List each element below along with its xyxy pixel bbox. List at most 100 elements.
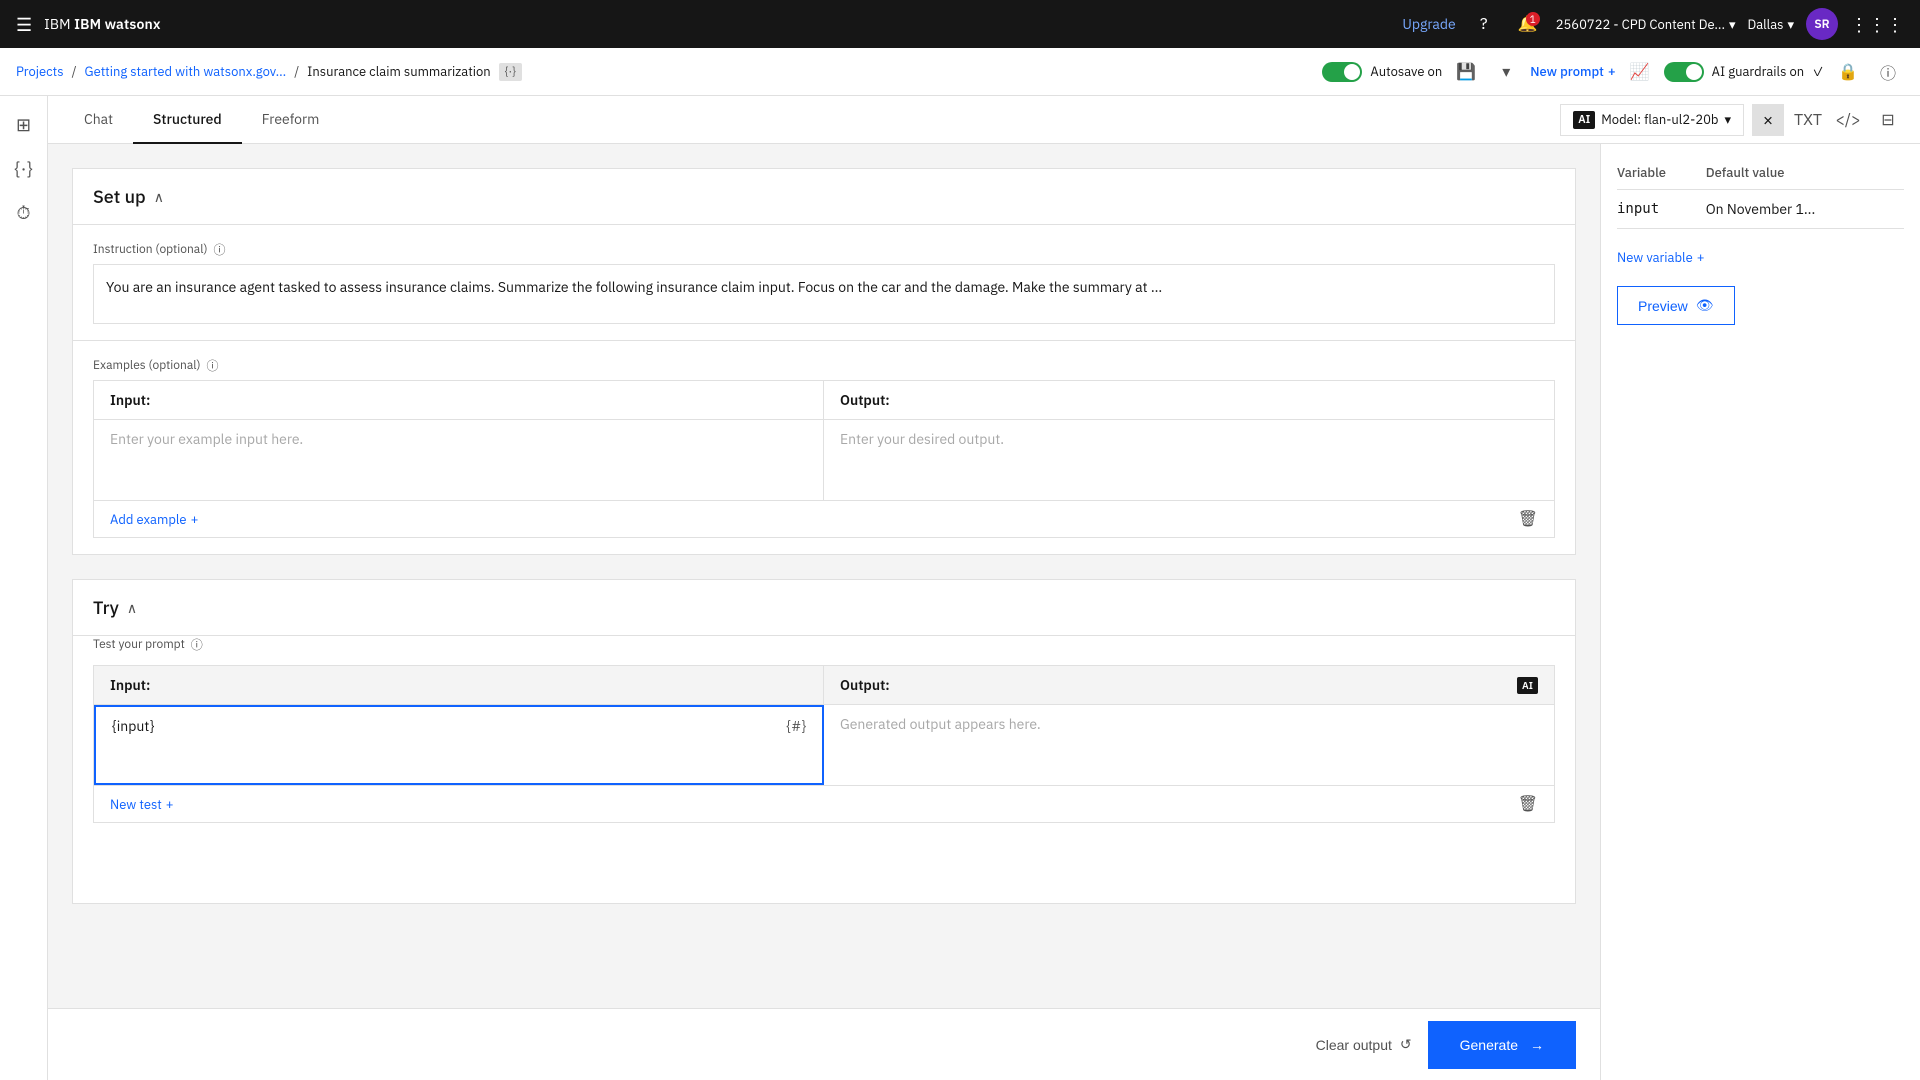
tab-right-controls: AI Model: flan-ul2-20b ▾ × TXT </> ⊟	[1560, 104, 1904, 136]
right-panel: Prompt variables ⓘ Variable Default valu…	[1600, 96, 1920, 1080]
app-switcher-icon[interactable]: ⋮⋮⋮	[1850, 13, 1904, 36]
breadcrumb-projects[interactable]: Projects	[16, 63, 64, 80]
clear-output-label: Clear output	[1316, 1037, 1392, 1053]
new-variable-button[interactable]: New variable +	[1617, 249, 1904, 266]
tab-bar: Chat Structured Freeform AI Model: flan-…	[48, 96, 1920, 144]
brand-logo: IBM IBM watsonx	[44, 15, 160, 33]
input-header: Input:	[94, 381, 824, 419]
default-header: Default value	[1706, 156, 1904, 190]
model-selector[interactable]: AI Model: flan-ul2-20b ▾	[1560, 104, 1744, 136]
variable-name[interactable]: input	[1617, 190, 1706, 229]
var-header: Variable	[1617, 156, 1706, 190]
code-icon[interactable]: {·}	[499, 63, 522, 81]
bottom-bar: Clear output ↺ Generate →	[48, 1008, 1600, 1080]
model-chevron-icon: ▾	[1724, 111, 1731, 128]
try-table-header: Input: Output: AI	[94, 666, 1554, 705]
delete-example-icon[interactable]: 🗑	[1518, 509, 1538, 529]
example-input-cell[interactable]: Enter your example input here.	[94, 420, 824, 500]
help-icon[interactable]: ?	[1468, 8, 1500, 40]
test-prompt-info-icon[interactable]: ⓘ	[191, 636, 203, 653]
breadcrumb-current-page: Insurance claim summarization	[307, 63, 491, 80]
try-input-header: Input:	[94, 666, 824, 704]
model-ai-badge: AI	[1573, 111, 1595, 129]
generate-button[interactable]: Generate →	[1428, 1021, 1576, 1069]
try-title: Try	[93, 596, 119, 619]
breadcrumb-info-icon[interactable]: ⓘ	[1872, 56, 1904, 88]
txt-format-button[interactable]: TXT	[1792, 104, 1824, 136]
upgrade-link[interactable]: Upgrade	[1402, 15, 1455, 33]
try-footer: New test + 🗑	[94, 785, 1554, 822]
try-output-cell: Generated output appears here.	[824, 705, 1554, 785]
instruction-label: Instruction (optional)	[93, 242, 208, 257]
try-input-value: {input}	[112, 717, 154, 735]
sidebar-code-icon[interactable]: {·}	[4, 148, 44, 188]
variable-default-value[interactable]: On November 1...	[1706, 190, 1904, 229]
breadcrumb-bar: Projects / Getting started with watsonx.…	[0, 48, 1920, 96]
setup-section-header[interactable]: Set up ∧	[73, 169, 1575, 225]
try-section: Try ∧ Test your prompt ⓘ Input: Output: …	[72, 579, 1576, 904]
example-output-cell[interactable]: Enter your desired output.	[824, 420, 1554, 500]
variable-icon[interactable]: {#}	[786, 717, 806, 735]
lock-icon[interactable]: 🔒	[1832, 56, 1864, 88]
examples-footer: Add example + 🗑	[94, 500, 1554, 537]
try-chevron-icon: ∧	[127, 599, 137, 617]
new-prompt-button[interactable]: New prompt +	[1530, 63, 1615, 80]
add-example-button[interactable]: Add example +	[110, 511, 198, 528]
close-panel-button[interactable]: ×	[1752, 104, 1784, 136]
preview-button[interactable]: Preview 👁	[1617, 286, 1735, 325]
examples-table-body: Enter your example input here. Enter you…	[94, 420, 1554, 500]
setup-title: Set up	[93, 185, 146, 208]
output-header: Output:	[824, 381, 1554, 419]
setup-chevron-icon: ∧	[154, 188, 164, 206]
try-table-body: {input} {#} Generated output appears her…	[94, 705, 1554, 785]
instruction-text[interactable]: You are an insurance agent tasked to ass…	[93, 264, 1555, 324]
main-content: Set up ∧ Instruction (optional) ⓘ You ar…	[48, 144, 1600, 1080]
tab-chat[interactable]: Chat	[64, 96, 133, 144]
autosave-toggle[interactable]: Autosave on	[1322, 62, 1442, 82]
ai-guardrails-toggle[interactable]: AI guardrails on ✓	[1664, 62, 1824, 82]
region-selector[interactable]: Dallas ▾	[1748, 16, 1794, 33]
examples-area: Examples (optional) ⓘ Input: Output: Ent…	[73, 341, 1575, 554]
examples-table: Input: Output: Enter your example input …	[93, 380, 1555, 538]
left-sidebar: ⊞ {·} ⏱	[0, 96, 48, 1080]
sidebar-history-icon[interactable]: ⏱	[4, 192, 44, 232]
autosave-switch[interactable]	[1322, 62, 1362, 82]
tab-structured[interactable]: Structured	[133, 96, 242, 144]
chart-icon[interactable]: 📈	[1624, 56, 1656, 88]
model-name: Model: flan-ul2-20b	[1601, 111, 1718, 128]
try-section-header[interactable]: Try ∧	[73, 580, 1575, 636]
sidebar-panels-icon[interactable]: ⊞	[4, 104, 44, 144]
breadcrumb-sep-1: /	[72, 63, 77, 80]
setup-section: Set up ∧ Instruction (optional) ⓘ You ar…	[72, 168, 1576, 555]
breadcrumb-getting-started[interactable]: Getting started with watsonx.gov...	[85, 63, 287, 80]
settings-icon[interactable]: ⊟	[1872, 104, 1904, 136]
project-selector[interactable]: 2560722 - CPD Content De... ▾	[1556, 16, 1736, 33]
delete-test-icon[interactable]: 🗑	[1518, 794, 1538, 814]
guardrails-check-icon: ✓	[1812, 63, 1824, 80]
breadcrumb-sep-2: /	[294, 63, 299, 80]
instruction-info-icon[interactable]: ⓘ	[214, 241, 226, 258]
save-icon[interactable]: 💾	[1450, 56, 1482, 88]
generate-arrow-icon: →	[1530, 1037, 1544, 1053]
notification-icon[interactable]: 🔔 1	[1512, 8, 1544, 40]
code-format-button[interactable]: </>	[1832, 104, 1864, 136]
test-prompt-label: Test your prompt	[93, 637, 185, 652]
variable-row: input On November 1...	[1617, 190, 1904, 229]
refresh-icon: ↺	[1400, 1036, 1412, 1053]
try-table: Input: Output: AI {input} {#} Generated …	[93, 665, 1555, 823]
try-input-cell[interactable]: {input} {#}	[94, 705, 824, 785]
examples-label: Examples (optional)	[93, 358, 201, 373]
guardrails-label: AI guardrails on	[1712, 63, 1804, 80]
new-test-button[interactable]: New test +	[110, 796, 174, 813]
account-avatar[interactable]: SR	[1806, 8, 1838, 40]
guardrails-switch[interactable]	[1664, 62, 1704, 82]
examples-table-header: Input: Output:	[94, 381, 1554, 420]
clear-output-button[interactable]: Clear output ↺	[1316, 1036, 1412, 1053]
hamburger-menu-icon[interactable]: ☰	[16, 13, 32, 36]
save-dropdown-icon[interactable]: ▾	[1490, 56, 1522, 88]
autosave-label: Autosave on	[1370, 63, 1442, 80]
examples-info-icon[interactable]: ⓘ	[207, 357, 219, 374]
try-ai-badge: AI	[1517, 677, 1538, 694]
preview-eye-icon: 👁	[1696, 297, 1714, 314]
tab-freeform[interactable]: Freeform	[242, 96, 340, 144]
